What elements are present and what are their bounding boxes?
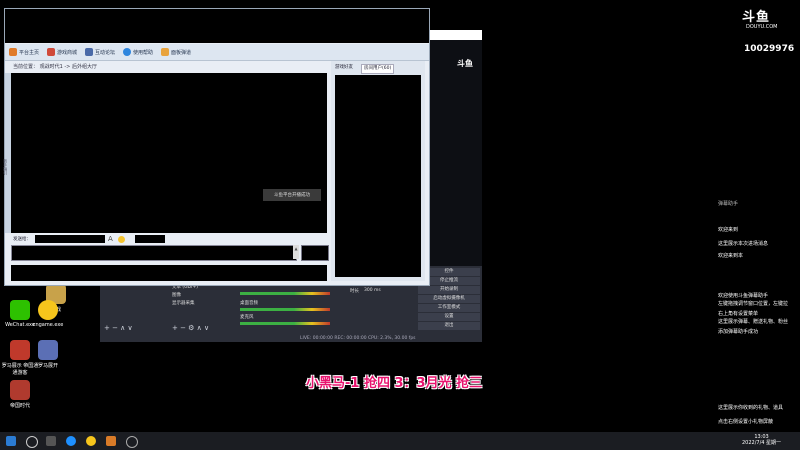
mixer-meter-desktop (240, 308, 330, 311)
wechat-icon (10, 300, 30, 320)
mixer-desktop-label: 桌面音频 (240, 301, 258, 306)
virtual-camera-button[interactable]: 启动虚拟摄像机 (418, 295, 480, 304)
mixer-meter (240, 292, 330, 295)
chat-line: 欢迎来到本 (718, 253, 744, 259)
user-panel: 游戏好友 房间用户(60) (331, 61, 425, 281)
font-icon[interactable]: A (108, 235, 115, 243)
duration-value[interactable]: 300 ms (364, 288, 381, 293)
toolbar-home[interactable]: 平台主页 (9, 46, 39, 58)
obs-status-bar: LIVE: 00:00:00 REC: 00:00:00 CPU: 2.3%, … (300, 336, 416, 341)
obs-taskbar-icon[interactable] (126, 436, 138, 448)
send-to-label: 发送给： (13, 237, 31, 242)
empire-icon (10, 380, 30, 400)
cngame-icon (38, 300, 58, 320)
tab-room-users[interactable]: 房间用户(60) (361, 64, 395, 74)
help-icon (123, 48, 131, 56)
douyu-logo: 斗鱼 (742, 10, 771, 25)
recipient-input[interactable] (35, 235, 105, 243)
overlay-score-text: 小黑马-1 抢四 3：3月光 抢三 (306, 376, 483, 391)
app-taskbar-icon[interactable] (106, 436, 116, 446)
settings-button[interactable]: 设置 (418, 313, 480, 322)
chat-header: 弹幕助手 (718, 201, 739, 207)
desktop-icon-empire[interactable]: 帝国时代 (0, 380, 40, 409)
game-client-window: 平台主页 游戏商城 互动论坛 使用帮助 面板弹道 当前位置： 观战时代1 -> … (3, 8, 430, 286)
message-target-row: 发送给： A (11, 235, 327, 245)
chat-input[interactable] (11, 245, 297, 261)
breadcrumb: 当前位置： 观战时代1 -> 后外组大厅 (13, 64, 97, 70)
source-controls[interactable]: + − ⚙ ∧ ∨ (172, 324, 209, 332)
task-view-icon[interactable] (46, 436, 56, 446)
desktop-icon-cngame[interactable]: cngame.exe (28, 300, 68, 328)
source-display[interactable]: 显示器采集 (172, 300, 195, 306)
rome-icon (10, 340, 30, 360)
douyu-site: DOUYU.COM (746, 24, 778, 30)
chat-line: 欢迎来到 (718, 227, 739, 233)
chat-line: 欢迎使用斗鱼弹幕助手 (718, 293, 769, 299)
user-list[interactable] (335, 75, 421, 277)
exit-button[interactable]: 退出 (418, 322, 480, 331)
desktop-icon-rome-expand[interactable]: 罗马展开 (28, 340, 68, 369)
toolbar-shop[interactable]: 游戏商城 (47, 46, 77, 58)
edge-icon[interactable] (66, 436, 76, 446)
mixer-mic-label: 麦克风 (240, 315, 254, 320)
tray-clock[interactable]: 13:03 2022/7/4 星期一 (742, 434, 781, 446)
target-select[interactable] (135, 235, 165, 243)
notification-toast: 斗鱼平台开播成功 (263, 189, 321, 201)
mixer-meter-mic (240, 322, 330, 325)
chat-line: 点击右侧设置小礼物屏蔽 (718, 419, 774, 425)
home-icon (9, 48, 17, 56)
chat-line: 这里展示你收到的礼物、道具 (718, 405, 784, 411)
shop-icon (47, 48, 55, 56)
game-taskbar-icon[interactable] (86, 436, 96, 446)
douyu-logo-preview: 斗鱼 (457, 59, 473, 68)
emoji-icon[interactable] (118, 236, 125, 243)
toolbar-forum[interactable]: 互动论坛 (85, 46, 115, 58)
panel-icon (161, 48, 169, 56)
game-toolbar: 平台主页 游戏商城 互动论坛 使用帮助 面板弹道 (5, 44, 429, 61)
obs-preview (430, 40, 482, 266)
chat-line: 这里展示本次进场消息 (718, 241, 769, 247)
source-image[interactable]: 图像 (172, 292, 181, 298)
taskbar (0, 432, 800, 450)
chat-line: 这里展示弹幕、赠送礼物、粉丝 (718, 319, 789, 325)
tab-friends[interactable]: 游戏好友 (333, 64, 355, 72)
send-button[interactable] (301, 245, 329, 261)
chat-input-scrollbar[interactable]: ▲ (293, 245, 299, 259)
lobby-view[interactable] (11, 73, 327, 233)
status-area (11, 265, 327, 281)
chat-line: 添加弹幕助手成功 (718, 329, 759, 335)
scene-controls[interactable]: + − ∧ ∨ (104, 324, 133, 332)
toolbar-help[interactable]: 使用帮助 (123, 46, 153, 58)
toolbar-panel[interactable]: 面板弹道 (161, 46, 191, 58)
rome-expand-icon (38, 340, 58, 360)
forum-icon (85, 48, 93, 56)
start-icon[interactable] (6, 436, 16, 446)
side-strip-label: 新手指引 (3, 159, 8, 175)
studio-mode-button[interactable]: 工作室模式 (418, 304, 480, 313)
search-icon[interactable] (26, 436, 38, 448)
duration-label: 时长 (350, 289, 359, 294)
chat-line: 左键拖拽调节窗口位置，左键拉 (718, 301, 789, 307)
game-titlebar (5, 9, 429, 43)
room-id: 10029976 (744, 44, 795, 54)
chat-line: 右上角有设置菜单 (718, 311, 759, 317)
start-recording-button[interactable]: 开始录制 (418, 286, 480, 295)
